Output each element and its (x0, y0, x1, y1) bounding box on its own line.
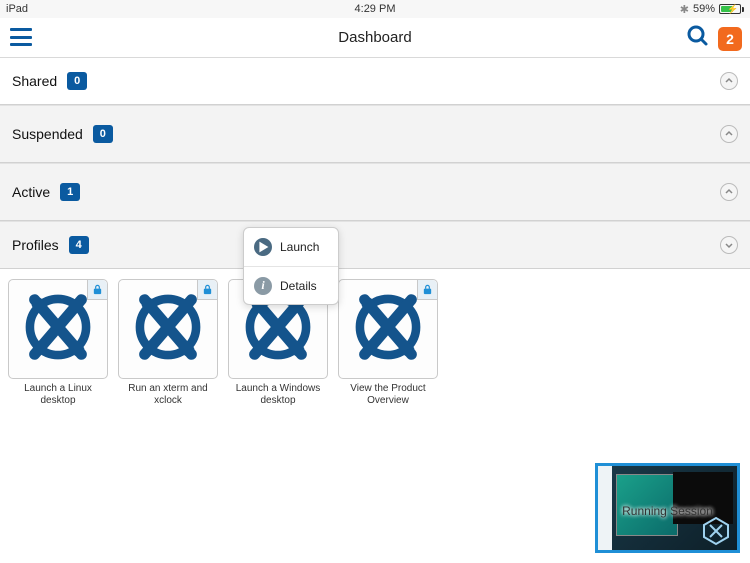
info-icon: i (254, 277, 272, 295)
section-suspended[interactable]: Suspended 0 (0, 105, 750, 163)
count-badge: 0 (93, 125, 113, 143)
battery-percent: 59% (693, 3, 715, 15)
page-title: Dashboard (338, 29, 411, 46)
collapse-icon[interactable] (720, 183, 738, 201)
notifications-badge[interactable]: 2 (718, 27, 742, 51)
running-session-thumb[interactable]: Running Session (595, 463, 740, 553)
section-title: Profiles (12, 237, 59, 253)
play-icon (254, 238, 272, 256)
count-badge: 0 (67, 72, 87, 90)
profile-tile[interactable] (338, 279, 438, 379)
profiles-grid: Launch a Linux desktop Run an xterm and … (0, 269, 750, 417)
menu-button[interactable] (10, 28, 32, 46)
section-profiles[interactable]: Profiles 4 (0, 221, 750, 269)
clock: 4:29 PM (355, 3, 396, 15)
device-label: iPad (6, 3, 28, 15)
profile-label: Run an xterm and xclock (118, 383, 218, 407)
menu-label: Details (280, 279, 317, 293)
profile-tile[interactable] (118, 279, 218, 379)
context-menu: Launch i Details (243, 227, 339, 305)
app-logo-icon (129, 288, 207, 371)
menu-label: Launch (280, 240, 319, 254)
profile-card: View the Product Overview (338, 279, 438, 407)
menu-details[interactable]: i Details (244, 266, 338, 304)
app-logo-icon (349, 288, 427, 371)
lock-icon (417, 280, 437, 300)
section-active[interactable]: Active 1 (0, 163, 750, 221)
expand-icon[interactable] (720, 236, 738, 254)
profile-label: Launch a Windows desktop (228, 383, 328, 407)
battery-icon: ⚡ (719, 4, 744, 14)
search-button[interactable] (686, 24, 710, 53)
collapse-icon[interactable] (720, 125, 738, 143)
count-badge: 4 (69, 236, 89, 254)
status-bar: iPad 4:29 PM ✱ 59% ⚡ (0, 0, 750, 18)
section-title: Shared (12, 73, 57, 89)
lock-icon (197, 280, 217, 300)
profile-card: Launch a Linux desktop (8, 279, 108, 407)
profile-tile[interactable] (8, 279, 108, 379)
hex-logo-icon (701, 516, 731, 546)
count-badge: 1 (60, 183, 80, 201)
section-title: Suspended (12, 126, 83, 142)
menu-launch[interactable]: Launch (244, 228, 338, 266)
profile-card: Run an xterm and xclock (118, 279, 218, 407)
section-title: Active (12, 184, 50, 200)
app-logo-icon (19, 288, 97, 371)
profile-label: Launch a Linux desktop (8, 383, 108, 407)
nav-bar: Dashboard 2 (0, 18, 750, 58)
section-shared[interactable]: Shared 0 (0, 58, 750, 105)
collapse-icon[interactable] (720, 72, 738, 90)
profile-label: View the Product Overview (338, 383, 438, 407)
bluetooth-icon: ✱ (680, 3, 689, 16)
lock-icon (87, 280, 107, 300)
